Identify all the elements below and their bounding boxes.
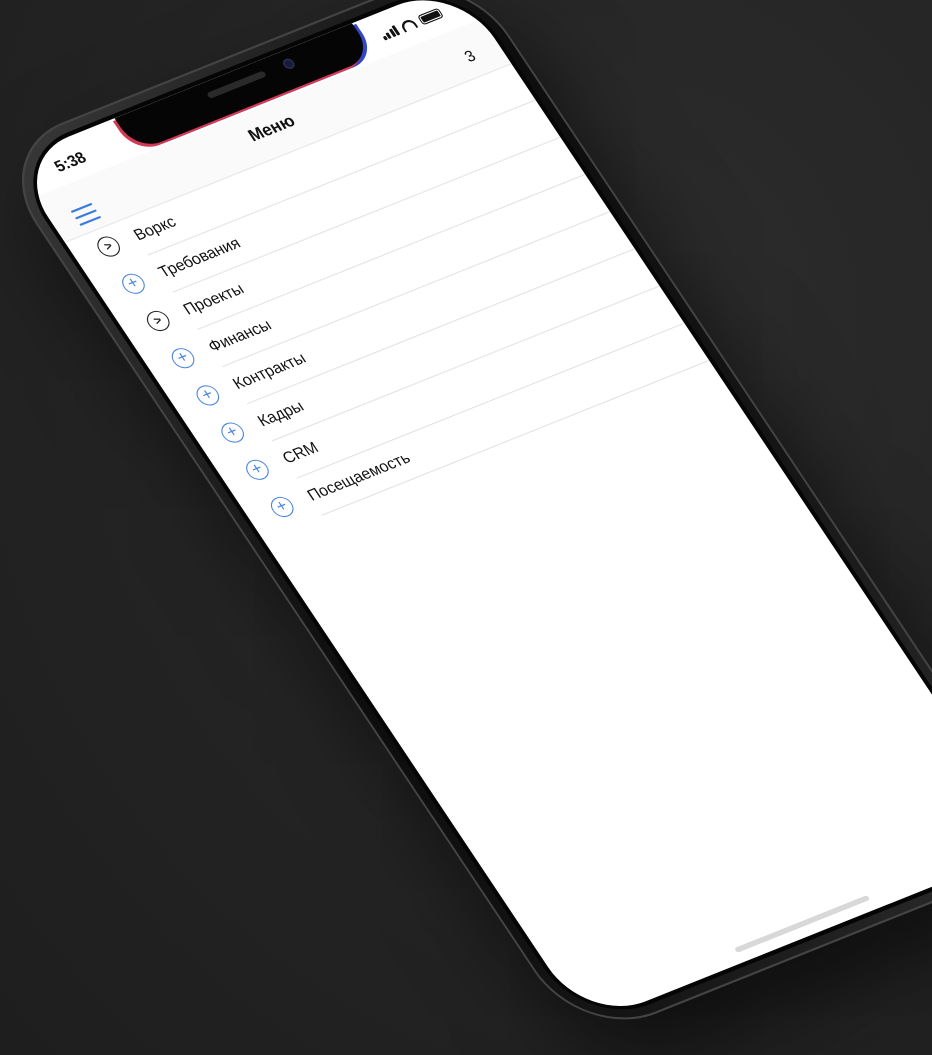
chevron-right-circle-icon[interactable]: > [142,307,174,335]
front-camera [280,57,297,71]
menu-item-label: Воркс [130,212,180,245]
signal-icon [379,25,401,41]
wifi-icon [398,17,419,33]
menu-item-label: CRM [279,438,323,468]
plus-circle-icon[interactable]: + [266,493,298,521]
status-icons [379,7,445,41]
plus-circle-icon[interactable]: + [241,456,274,483]
scene-background: 5:38 Меню 3 > Воркс + Требования > Проек… [0,0,932,1055]
plus-circle-icon[interactable]: + [192,382,224,409]
phone-mockup: 5:38 Меню 3 > Воркс + Требования > Проек… [0,0,932,1055]
menu-item-label: Кадры [254,397,308,431]
phone: 5:38 Меню 3 > Воркс + Требования > Проек… [0,0,932,1044]
battery-icon [417,7,445,26]
status-time: 5:38 [50,148,91,176]
chevron-right-circle-icon[interactable]: > [92,233,125,260]
plus-circle-icon[interactable]: + [216,419,249,446]
plus-circle-icon[interactable]: + [117,270,150,297]
plus-circle-icon[interactable]: + [167,345,199,372]
